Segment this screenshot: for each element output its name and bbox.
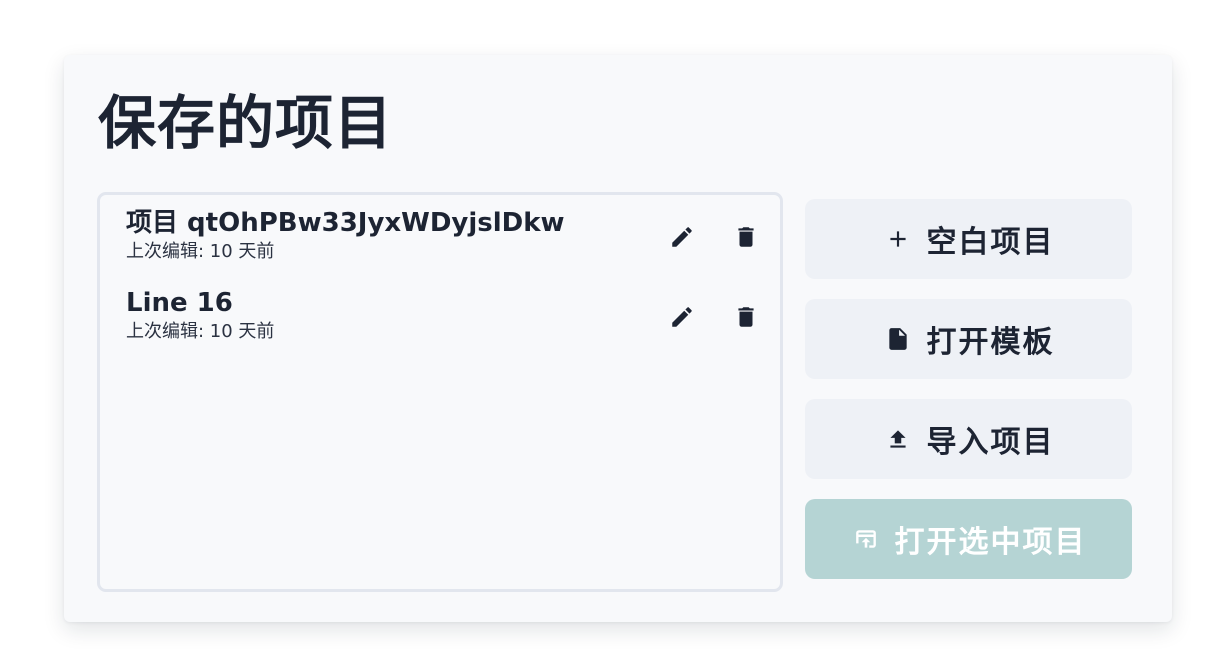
import-project-button[interactable]: 导入项目 <box>805 399 1132 479</box>
open-selected-project-button[interactable]: 打开选中项目 <box>805 499 1132 579</box>
plus-icon <box>883 224 913 254</box>
open-in-icon <box>851 524 881 554</box>
edit-project-button[interactable] <box>664 299 700 335</box>
open-template-button[interactable]: 打开模板 <box>805 299 1132 379</box>
pencil-icon <box>672 227 692 247</box>
trash-icon <box>738 307 754 327</box>
project-list-item[interactable]: 项目 qtOhPBw33JyxWDyjslDkw 上次编辑: 10 天前 <box>126 207 766 271</box>
pencil-icon <box>672 307 692 327</box>
edit-project-button[interactable] <box>664 219 700 255</box>
project-list[interactable]: 项目 qtOhPBw33JyxWDyjslDkw 上次编辑: 10 天前 Lin… <box>97 192 783 592</box>
upload-icon <box>883 424 913 454</box>
trash-icon <box>738 227 754 247</box>
project-name: Line 16 <box>126 288 233 318</box>
project-list-item[interactable]: Line 16 上次编辑: 10 天前 <box>126 287 766 351</box>
file-icon <box>883 324 913 354</box>
delete-project-button[interactable] <box>728 299 764 335</box>
open-template-label: 打开模板 <box>926 325 1055 360</box>
project-name: 项目 qtOhPBw33JyxWDyjslDkw <box>126 208 565 238</box>
saved-projects-dialog: 保存的项目 项目 qtOhPBw33JyxWDyjslDkw 上次编辑: 10 … <box>64 55 1172 622</box>
delete-project-button[interactable] <box>728 219 764 255</box>
open-selected-project-label: 打开选中项目 <box>894 525 1087 560</box>
import-project-label: 导入项目 <box>926 425 1055 460</box>
project-last-edited: 上次编辑: 10 天前 <box>126 241 275 262</box>
blank-project-button[interactable]: 空白项目 <box>805 199 1132 279</box>
blank-project-label: 空白项目 <box>926 225 1055 260</box>
page-title: 保存的项目 <box>98 89 394 157</box>
project-last-edited: 上次编辑: 10 天前 <box>126 321 275 342</box>
